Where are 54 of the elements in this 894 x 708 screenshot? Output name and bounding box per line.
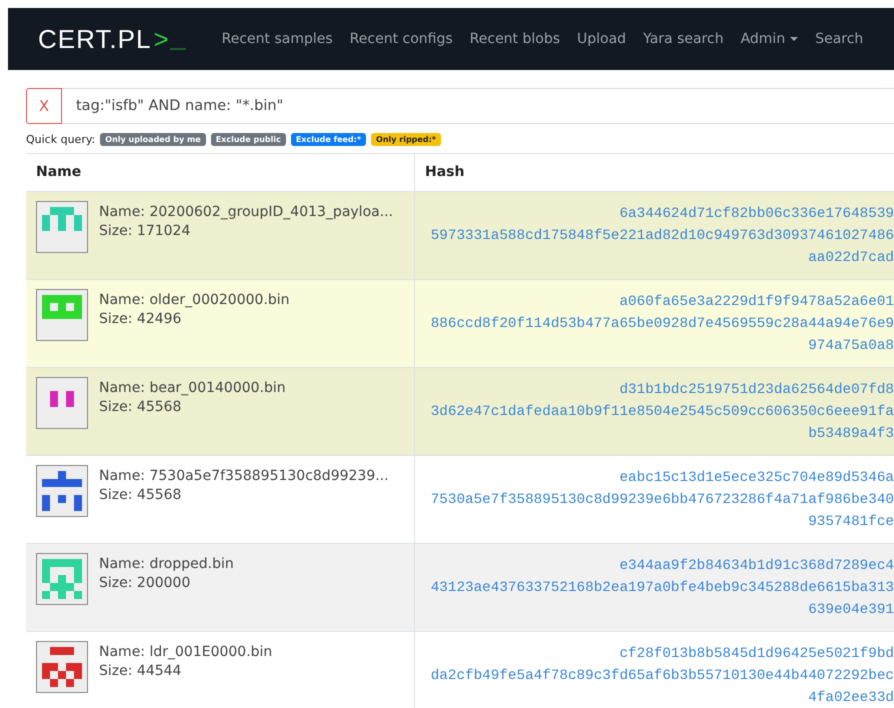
quick-query-badge[interactable]: Only ripped:* [371, 132, 441, 146]
nav-link[interactable]: Upload [577, 31, 626, 47]
nav-link[interactable]: Search [815, 31, 864, 47]
search-field[interactable]: tag:"isfb" AND name: "*.bin" [62, 88, 894, 124]
sample-size: Size: 44544 [99, 663, 182, 679]
hash-link[interactable]: 6a344624d71cf82bb06c336e17648539 [619, 204, 894, 225]
sample-size: Size: 42496 [99, 311, 182, 327]
table-row[interactable]: Name: older_00020000.bin Size: 42496 a060fa65e3a2229d1f9f9478a52a6e01 886ccd8f20f114d53b477a65be0928d7e4569559c28a44a94e76e9 974a75a0a8 [26, 280, 894, 368]
sample-name: Name: ldr_001E0000.bin [99, 644, 272, 660]
sample-size: Size: 45568 [99, 487, 182, 503]
hash-link[interactable]: 43123ae437633752168b2ea197a0bfe4beb9c345288de6615ba313 [430, 578, 894, 599]
sample-size: Size: 200000 [99, 575, 192, 591]
cursor-icon [170, 48, 186, 50]
column-header: Name [35, 163, 82, 182]
hash-link[interactable]: aa022d7cad [808, 248, 894, 269]
hash-link[interactable]: 4fa02ee33d [808, 688, 894, 708]
nav-link[interactable]: Recent configs [350, 31, 453, 47]
sample-name: Name: dropped.bin [99, 556, 234, 572]
hash-link[interactable]: 3d62e47c1dafedaa10b9f11e8504e2545c509cc606350c6eee91fa [430, 402, 894, 423]
hash-link[interactable]: 7530a5e7f358895130c8d99239e6bb476723286f4a71af986be340 [430, 490, 894, 511]
hash-link[interactable]: d31b1bdc2519751d23da62564de07fd8 [619, 380, 894, 401]
quick-query-label: Quick query: [26, 132, 96, 146]
sample-name: Name: 7530a5e7f358895130c8d99239... [99, 468, 389, 484]
hash-link[interactable]: e344aa9f2b84634b1d91c368d7289ec4 [619, 556, 894, 577]
hash-link[interactable]: 974a75a0a8 [808, 336, 894, 357]
logo-mark: > [153, 26, 169, 52]
hash-link[interactable]: a060fa65e3a2229d1f9f9478a52a6e01 [619, 292, 894, 313]
hash-link[interactable]: 5973331a588cd175848f5e221ad82d10c949763d30937461027486 [430, 226, 894, 247]
hash-link[interactable]: eabc15c13d1e5ece325c704e89d5346a [619, 468, 894, 489]
hash-link[interactable]: 9357481fce [808, 512, 894, 533]
column-header: Hash [414, 154, 894, 191]
quick-query-badge[interactable]: Only uploaded by me [100, 132, 206, 146]
hash-link[interactable]: cf28f013b8b5845d1d96425e5021f9bd [619, 644, 894, 665]
sample-size: Size: 171024 [99, 223, 192, 239]
clear-button[interactable]: X [26, 88, 62, 124]
sample-size: Size: 45568 [99, 399, 182, 415]
hash-link[interactable]: b53489a4f3 [808, 424, 894, 445]
hash-link[interactable]: 886ccd8f20f114d53b477a65be0928d7e4569559c28a44a94e76e9 [430, 314, 894, 335]
quick-query-badge[interactable]: Exclude public [210, 132, 286, 146]
sample-name: Name: bear_00140000.bin [99, 380, 286, 396]
sample-name: Name: 20200602_groupID_4013_payloa... [99, 204, 394, 220]
quick-query-badge[interactable]: Exclude feed:* [290, 132, 366, 146]
logo-text[interactable]: CERT.PL [38, 26, 152, 52]
table-row[interactable]: Name: 20200602_groupID_4013_payloa... Size: 171024 6a344624d71cf82bb06c336e17648539 5973331a588cd175848f5e221ad82d10c949763d30937461027486 aa022d7cad [26, 192, 894, 280]
table-row[interactable]: Name: dropped.bin Size: 200000 e344aa9f2b84634b1d91c368d7289ec4 43123ae437633752168b2ea197a0bfe4beb9c345288de6615ba313 639e04e391 [26, 544, 894, 632]
hash-link[interactable]: 639e04e391 [808, 600, 894, 621]
hash-link[interactable]: da2cfb49fe5a4f78c89c3fd65af6b3b55710130e44b44072292bec [430, 666, 894, 687]
nav-link[interactable]: Recent samples [222, 31, 333, 47]
table-row[interactable]: Name: bear_00140000.bin Size: 45568 d31b1bdc2519751d23da62564de07fd8 3d62e47c1dafedaa10b9f11e8504e2545c509cc606350c6eee91fa b53489a4f3 [26, 368, 894, 456]
table-row[interactable]: Name: 7530a5e7f358895130c8d99239... Size: 45568 eabc15c13d1e5ece325c704e89d5346a 7530a5e7f358895130c8d99239e6bb476723286f4a71af986be340 9357481fce [26, 456, 894, 544]
nav-link[interactable]: Recent blobs [470, 31, 560, 47]
sample-name: Name: older_00020000.bin [99, 292, 290, 308]
nav-link[interactable]: Yara search [643, 31, 724, 47]
nav-link[interactable]: Admin [740, 31, 798, 47]
